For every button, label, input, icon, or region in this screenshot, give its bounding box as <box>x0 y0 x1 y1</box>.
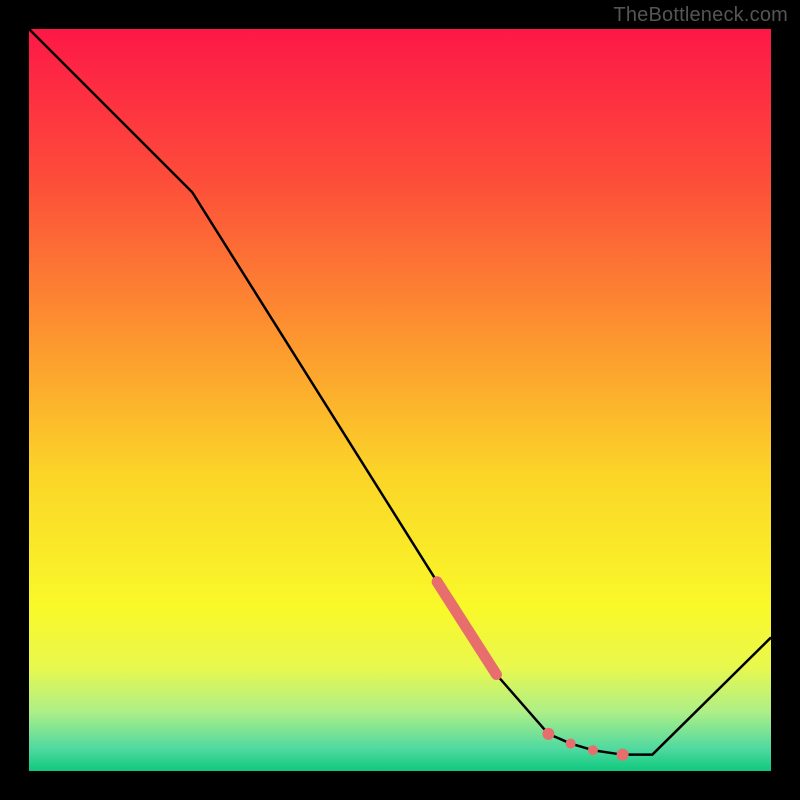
chart-container: TheBottleneck.com <box>0 0 800 800</box>
highlight-dot <box>617 749 629 761</box>
chart-svg <box>29 29 771 771</box>
plot-area <box>29 29 771 771</box>
highlight-dot <box>566 739 576 749</box>
watermark-text: TheBottleneck.com <box>613 4 788 27</box>
highlight-dot <box>588 745 598 755</box>
highlight-dot <box>542 728 554 740</box>
